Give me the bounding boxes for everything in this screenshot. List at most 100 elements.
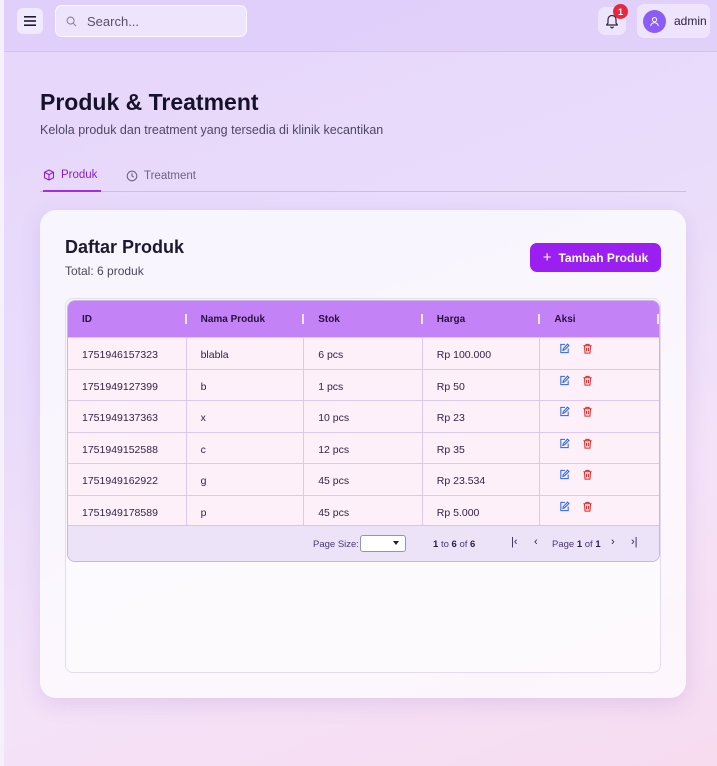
edit-icon[interactable] xyxy=(559,500,570,512)
previous-page-icon[interactable]: ‹ xyxy=(534,536,538,548)
cell-id: 1751949127399 xyxy=(68,369,187,400)
table-header: ID Nama Produk Stok Harga Aksi xyxy=(68,301,659,337)
column-header-label: Stok xyxy=(318,313,340,325)
cell-id: 1751949162922 xyxy=(68,464,187,495)
clock-icon xyxy=(126,170,138,181)
column-header-name[interactable]: Nama Produk xyxy=(187,301,305,337)
table-row[interactable]: 1751949127399 b 1 pcs Rp 50 xyxy=(68,368,659,401)
page-size-label: Page Size: xyxy=(313,539,359,550)
grid-wrapper: ID Nama Produk Stok Harga Aksi 175194615… xyxy=(65,298,661,673)
cell-stok: 6 pcs xyxy=(304,338,423,369)
last-page-icon[interactable]: ›| xyxy=(631,536,638,548)
chevron-down-icon xyxy=(393,541,399,545)
page-word: Page xyxy=(552,539,575,550)
edit-icon[interactable] xyxy=(559,437,570,449)
column-header-aksi[interactable]: Aksi xyxy=(540,301,659,337)
cell-id: 1751946157323 xyxy=(68,338,187,369)
cell-stok: 45 pcs xyxy=(304,464,423,495)
cell-aksi xyxy=(540,464,659,495)
trash-icon[interactable] xyxy=(582,343,593,354)
column-header-label: Nama Produk xyxy=(200,313,266,325)
edit-icon[interactable] xyxy=(559,469,570,480)
trash-icon[interactable] xyxy=(582,375,593,386)
edit-icon[interactable] xyxy=(559,343,570,354)
page-title: Produk & Treatment xyxy=(40,89,259,115)
range-total: 6 xyxy=(470,539,476,550)
edit-icon[interactable] xyxy=(559,406,570,417)
notification-badge: 1 xyxy=(613,4,628,19)
tab-produk-label: Produk xyxy=(61,169,98,181)
tab-bar: Produk Treatment xyxy=(40,166,686,192)
column-resize-handle[interactable] xyxy=(657,314,659,324)
product-card: Daftar Produk Total: 6 produk + Tambah P… xyxy=(40,210,686,698)
table-row[interactable]: 1751949162922 g 45 pcs Rp 23.534 xyxy=(68,463,659,495)
cell-stok: 45 pcs xyxy=(304,495,423,526)
column-header-stok[interactable]: Stok xyxy=(304,301,423,337)
cell-name: c xyxy=(187,432,305,463)
tab-produk[interactable]: Produk xyxy=(43,166,102,192)
card-title: Daftar Produk xyxy=(65,237,185,257)
cell-id: 1751949152588 xyxy=(68,432,187,463)
cell-stok: 12 pcs xyxy=(304,432,423,463)
range-from: 1 xyxy=(433,539,439,550)
trash-icon[interactable] xyxy=(582,501,593,512)
user-icon xyxy=(650,16,659,26)
page-of-word: of xyxy=(584,539,593,550)
cell-stok: 1 pcs xyxy=(304,369,423,400)
table-row[interactable]: 1751949152588 c 12 pcs Rp 35 xyxy=(68,431,659,463)
table-row[interactable]: 1751949178589 p 45 pcs Rp 5.000 xyxy=(68,494,659,526)
first-page-icon[interactable]: |‹ xyxy=(511,536,518,548)
cell-harga: Rp 5.000 xyxy=(423,495,541,526)
range-of-word: of xyxy=(459,539,468,550)
trash-icon[interactable] xyxy=(582,469,593,480)
range-to: 6 xyxy=(451,539,457,550)
cell-name: g xyxy=(187,464,305,495)
page-info: Page 1 of 1 xyxy=(552,539,601,550)
page-size-select[interactable] xyxy=(360,535,406,552)
hamburger-icon xyxy=(24,16,36,26)
cell-name: b xyxy=(187,369,305,400)
next-page-icon[interactable]: › xyxy=(611,536,615,548)
column-header-label: Aksi xyxy=(554,313,576,325)
cell-name: p xyxy=(187,495,305,526)
cell-harga: Rp 35 xyxy=(423,432,541,463)
menu-button[interactable] xyxy=(17,8,43,34)
top-bar: 1 admin xyxy=(4,0,717,52)
add-product-label: Tambah Produk xyxy=(558,250,649,265)
cell-id: 1751949137363 xyxy=(68,401,187,432)
trash-icon[interactable] xyxy=(582,406,593,417)
search-box[interactable] xyxy=(55,5,247,37)
sidebar-edge xyxy=(0,0,4,766)
plus-icon: + xyxy=(542,249,552,266)
avatar xyxy=(643,9,666,33)
cell-name: blabla xyxy=(187,338,305,369)
search-icon xyxy=(66,16,77,26)
range-to-word: to xyxy=(440,539,449,550)
page-total: 1 xyxy=(595,539,601,550)
table-row[interactable]: 1751949137363 x 10 pcs Rp 23 xyxy=(68,400,659,432)
cell-harga: Rp 23.534 xyxy=(423,464,541,495)
user-name: admin xyxy=(674,14,707,28)
cell-name: x xyxy=(187,401,305,432)
table-row[interactable]: 1751946157323 blabla 6 pcs Rp 100.000 xyxy=(68,337,659,369)
trash-icon[interactable] xyxy=(582,438,593,449)
page-subtitle: Kelola produk dan treatment yang tersedi… xyxy=(40,123,384,137)
edit-icon[interactable] xyxy=(559,374,570,386)
add-product-button[interactable]: + Tambah Produk xyxy=(530,243,661,272)
product-count: Total: 6 produk xyxy=(65,264,144,278)
user-menu-button[interactable]: admin xyxy=(637,4,710,38)
cell-id: 1751949178589 xyxy=(68,495,187,526)
column-header-label: Harga xyxy=(436,313,466,325)
box-icon xyxy=(43,169,55,181)
cell-stok: 10 pcs xyxy=(304,401,423,432)
column-header-harga[interactable]: Harga xyxy=(423,301,541,337)
cell-aksi xyxy=(540,401,659,432)
search-input[interactable] xyxy=(87,13,227,29)
cell-harga: Rp 23 xyxy=(423,401,541,432)
cell-aksi xyxy=(540,370,659,401)
column-header-label: ID xyxy=(82,313,92,325)
cell-harga: Rp 50 xyxy=(423,369,541,400)
tab-treatment-label: Treatment xyxy=(144,169,196,182)
column-header-id[interactable]: ID xyxy=(68,301,187,337)
tab-treatment[interactable]: Treatment xyxy=(126,166,196,191)
